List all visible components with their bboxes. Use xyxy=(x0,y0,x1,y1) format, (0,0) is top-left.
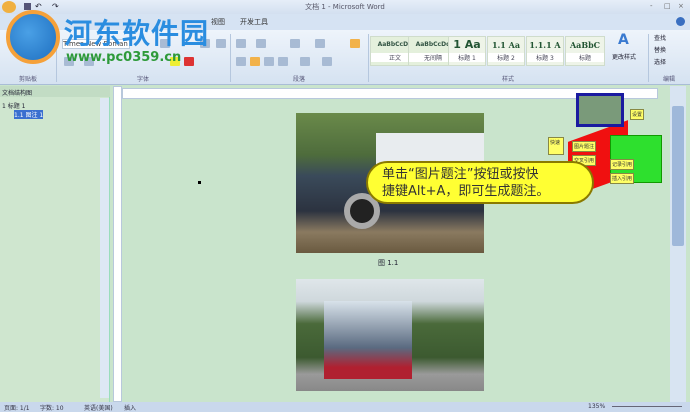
watermark-url: www.pc0359.cn xyxy=(66,50,182,65)
text-cursor-mark xyxy=(198,181,201,184)
change-styles-icon[interactable]: A xyxy=(618,32,629,48)
callout-line-1: 单击“图片题注”按钮或按快 xyxy=(382,167,539,182)
thumbnail-image xyxy=(576,93,624,127)
style-title[interactable]: AaBbC 标题 xyxy=(565,36,605,66)
group-paragraph: 段落 xyxy=(292,76,305,83)
nav-pane-title: 文档结构图 xyxy=(0,86,110,97)
scroll-thumb[interactable] xyxy=(672,106,684,246)
page-count[interactable]: 页面: 1/1 xyxy=(4,403,30,412)
help-icon[interactable] xyxy=(676,17,685,26)
zoom-level[interactable]: 135% xyxy=(588,403,605,410)
figure-caption: 图 1.1 xyxy=(378,259,399,267)
watermark-name: 河东软件园 xyxy=(64,17,210,50)
photo-truck[interactable] xyxy=(296,279,484,391)
navigation-pane: 文档结构图 1 标题 1 1.1 图注 1 xyxy=(0,86,110,402)
group-editing: 编辑 xyxy=(662,76,675,83)
group-font: 字体 xyxy=(136,76,149,83)
word-count[interactable]: 字数: 10 xyxy=(40,403,64,412)
watermark-logo xyxy=(6,10,60,64)
zoom-slider[interactable] xyxy=(612,406,682,407)
nav-scrollbar[interactable] xyxy=(100,98,109,398)
replace-button[interactable]: 替换 xyxy=(654,45,666,54)
group-styles: 样式 xyxy=(501,76,514,83)
truck-cab xyxy=(324,301,412,379)
label-insert-citation: 插入引用 xyxy=(610,173,635,184)
label-insert-caption: 图片题注 xyxy=(572,141,597,152)
close-button[interactable]: × xyxy=(678,2,684,10)
maximize-button[interactable]: □ xyxy=(664,2,671,10)
label-mark-citation: 记录引用 xyxy=(610,159,635,170)
select-button[interactable]: 选择 xyxy=(654,57,666,66)
label-quick: 快速 xyxy=(548,137,564,155)
window-title: 文档 1 - Microsoft Word xyxy=(305,3,385,11)
status-bar: 页面: 1/1 字数: 10 英语(美国) 插入 135% xyxy=(0,402,690,412)
nav-item-heading1[interactable]: 1 标题 1 xyxy=(2,101,25,110)
callout-line-2: 捷键Alt+A，即可生成题注。 xyxy=(382,184,550,199)
nav-item-caption[interactable]: 1.1 图注 1 xyxy=(14,110,44,119)
group-clipboard: 剪贴板 xyxy=(18,76,37,83)
change-styles-button[interactable]: 更改样式 xyxy=(612,52,636,61)
language[interactable]: 英语(美国) xyxy=(84,403,113,412)
tab-developer[interactable]: 开发工具 xyxy=(240,17,268,27)
find-button[interactable]: 查找 xyxy=(654,33,666,42)
tab-view[interactable]: 视图 xyxy=(211,17,225,27)
minimize-button[interactable]: - xyxy=(650,2,653,10)
insert-mode[interactable]: 插入 xyxy=(124,403,136,412)
vertical-ruler xyxy=(113,86,122,402)
label-settings: 设置 xyxy=(630,109,645,120)
vertical-scrollbar[interactable] xyxy=(670,86,686,402)
style-heading-3[interactable]: 1.1.1 A 标题 3 xyxy=(526,36,564,66)
style-heading-2[interactable]: 1.1 Aa 标题 2 xyxy=(487,36,525,66)
style-heading-1[interactable]: 1 Aa 标题 1 xyxy=(448,36,486,66)
instruction-callout: 单击“图片题注”按钮或按快 捷键Alt+A，即可生成题注。 xyxy=(366,161,594,204)
